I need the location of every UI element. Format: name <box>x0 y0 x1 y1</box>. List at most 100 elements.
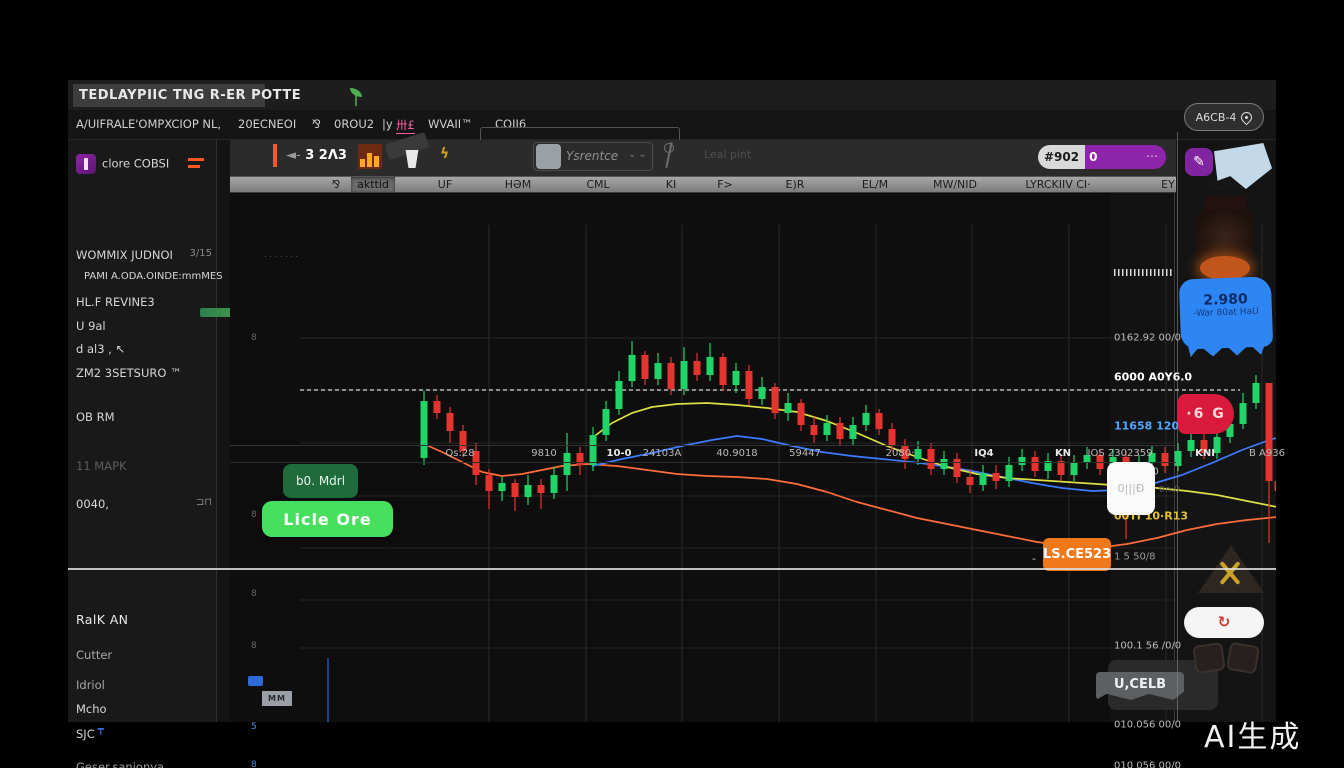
pill-more-icon[interactable]: ⋯ <box>1138 145 1166 169</box>
sidebar-item[interactable]: Cutter <box>76 648 214 662</box>
tab-akttid[interactable]: akttid <box>351 177 395 192</box>
pin-icon[interactable] <box>662 142 676 168</box>
x-axis-label: 9810 <box>531 448 556 459</box>
search-placeholder[interactable]: Ysrentce <box>566 149 618 163</box>
window-title: TEDLAYPIIC TNG R-ER POTTE <box>73 84 265 107</box>
search-thumb-icon[interactable] <box>536 144 561 169</box>
sidebar-item-icon: ₸ <box>98 727 104 738</box>
account-mode-pill[interactable]: #902 0 G1TO ⋯ <box>1038 145 1166 169</box>
x-axis-label: 10-0 <box>606 448 631 459</box>
pill-code: #902 <box>1038 145 1085 169</box>
watchlist-sidebar: clore COBSI WOMMIX JUDNOI3/15 PAMI A.ODA.… <box>68 140 217 722</box>
x-axis-label: B A936 <box>1249 448 1285 459</box>
tab-CML[interactable]: CML <box>580 177 615 192</box>
sidebar-item[interactable]: WOMMIX JUDNOI3/15 <box>76 248 214 262</box>
price-tick-marks <box>1114 269 1174 276</box>
menu-item[interactable]: 卅£ <box>396 117 415 134</box>
order-button[interactable]: b0. Mdrl <box>283 464 358 498</box>
sidebar-section-title: RalK AN <box>76 612 214 627</box>
sidebar-item[interactable]: HL.F REVINE3 <box>76 295 214 309</box>
sidebar-item[interactable]: ZM2 3SETSURO ™ <box>76 366 214 380</box>
x-axis-label: KN <box>1055 448 1071 459</box>
ai-watermark: AI生成 <box>1204 712 1301 756</box>
price-label: 0162.92 00/0 <box>1114 333 1181 344</box>
tab-LYRCKIIV CI·[interactable]: LYRCKIIV CI· <box>1019 177 1096 192</box>
arrow-icon: ◄- <box>286 148 301 163</box>
alert-price-tag[interactable]: LS.CE523 <box>1043 538 1111 571</box>
bubble-caption: -War 80at HaU <box>1180 306 1272 319</box>
loss-badge: ·6 G <box>1178 394 1234 434</box>
axis-tick-label: 5 <box>251 722 257 732</box>
x-axis-label: KNI <box>1195 448 1215 459</box>
bar-chart-icon[interactable] <box>273 144 277 167</box>
tab-HƏM[interactable]: HƏM <box>499 177 537 192</box>
sidebar-item[interactable]: OB RM <box>76 410 214 424</box>
sidebar-item[interactable]: PAMI A.ODA.OINDE:mmMES <box>76 271 214 282</box>
menu-item[interactable]: 0ROU2 <box>334 117 374 131</box>
account-button[interactable]: A6CB-4 <box>1184 103 1264 131</box>
axis-tick-label: 8 <box>251 333 257 343</box>
sidebar-item[interactable]: SJC₸ <box>76 727 214 741</box>
tab-MW/NID[interactable]: MW/NID <box>927 177 983 192</box>
goggles-icon <box>1194 638 1258 680</box>
price-label: 6000 A0Y6.0 <box>1114 371 1192 384</box>
tab-F>[interactable]: F> <box>711 177 739 192</box>
axis-tick-label: 8 <box>251 510 257 520</box>
menu-item[interactable]: A/UIFRALE'OMPXCIOP NL, <box>76 117 221 131</box>
x-axis-label: 24103A <box>643 448 682 459</box>
candle <box>1240 403 1247 424</box>
refresh-pill-button[interactable]: ↻ <box>1184 607 1264 638</box>
jar-image <box>1196 196 1254 282</box>
tab-EL/M[interactable]: EL/M <box>856 177 894 192</box>
axis-tick-label: 8 <box>251 589 257 599</box>
section-divider-line <box>68 568 1276 570</box>
dotted-marker: ······· <box>264 252 300 263</box>
x-axis-label: 40.9018 <box>716 448 757 459</box>
tab-E)R[interactable]: E)R <box>780 177 811 192</box>
candle <box>1266 383 1273 481</box>
sidebar-item[interactable]: d al3 , ↖ <box>76 342 214 356</box>
menu-item[interactable]: 20ECNEOI <box>238 117 296 131</box>
x-axis-label: Qs:28 <box>445 448 474 459</box>
menu-item[interactable]: ⅋ <box>312 117 321 131</box>
axis-tick-label: 8 <box>251 641 257 651</box>
candle <box>1188 440 1195 451</box>
edit-pen-icon[interactable]: ✎ <box>1185 148 1213 176</box>
axis-tick-label: 8 <box>251 760 257 768</box>
x-axis-label: IOS 2302359 <box>1088 448 1153 459</box>
popup-card[interactable]: 0|||Đ <box>1107 462 1155 515</box>
sidebar-item[interactable]: U 9al <box>76 319 214 333</box>
chevrons-down-icon[interactable]: ⌄⌄ <box>628 149 649 160</box>
time-axis[interactable] <box>230 445 1176 463</box>
flash-icon[interactable]: ϟ <box>440 146 449 162</box>
candle <box>1253 383 1260 403</box>
x-axis-label: 2080· <box>886 448 915 459</box>
notification-bubble[interactable]: 2.980 -War 80at HaU <box>1179 276 1273 349</box>
tag-dash: - <box>1032 552 1036 565</box>
sidebar-item[interactable]: Idriol <box>76 678 214 692</box>
tab-UF[interactable]: UF <box>432 177 458 192</box>
app-window: TEDLAYPIIC TNG R-ER POTTE A/UIFRALE'OMPX… <box>68 80 1276 722</box>
sidebar-item[interactable]: 0040,⊐⊓ <box>76 497 214 511</box>
title-bar: TEDLAYPIIC TNG R-ER POTTE <box>68 80 1276 110</box>
candle <box>1275 481 1277 491</box>
indicator-swatch[interactable] <box>248 676 263 686</box>
sidebar-item[interactable]: 11 MAPK <box>76 459 214 473</box>
account-label: A6CB-4 <box>1196 111 1237 124</box>
mm-box[interactable]: MM <box>262 691 292 706</box>
broker-row[interactable]: clore COBSI <box>76 154 214 174</box>
location-icon <box>1239 109 1255 125</box>
histogram-icon[interactable] <box>358 144 382 169</box>
broker-label: clore COBSI <box>102 157 169 171</box>
sidebar-item[interactable]: Mcho <box>76 702 214 716</box>
sidebar-item[interactable]: Geser.sanionya <box>76 760 214 768</box>
symbol-price: ◄- 3 2Λ3 <box>286 148 347 163</box>
menu-item[interactable]: |y <box>382 117 393 131</box>
tab-⅋[interactable]: ⅋ <box>326 177 347 192</box>
price-label: 010.056 00/0 <box>1114 720 1181 731</box>
menu-item[interactable]: WVAII™ <box>428 117 473 131</box>
menu-hamburger-icon[interactable] <box>188 157 204 169</box>
trade-button[interactable]: Licle Ore <box>262 501 393 537</box>
tab-KI[interactable]: KI <box>660 177 682 192</box>
price-label: 010 056 00/0 <box>1114 761 1181 768</box>
